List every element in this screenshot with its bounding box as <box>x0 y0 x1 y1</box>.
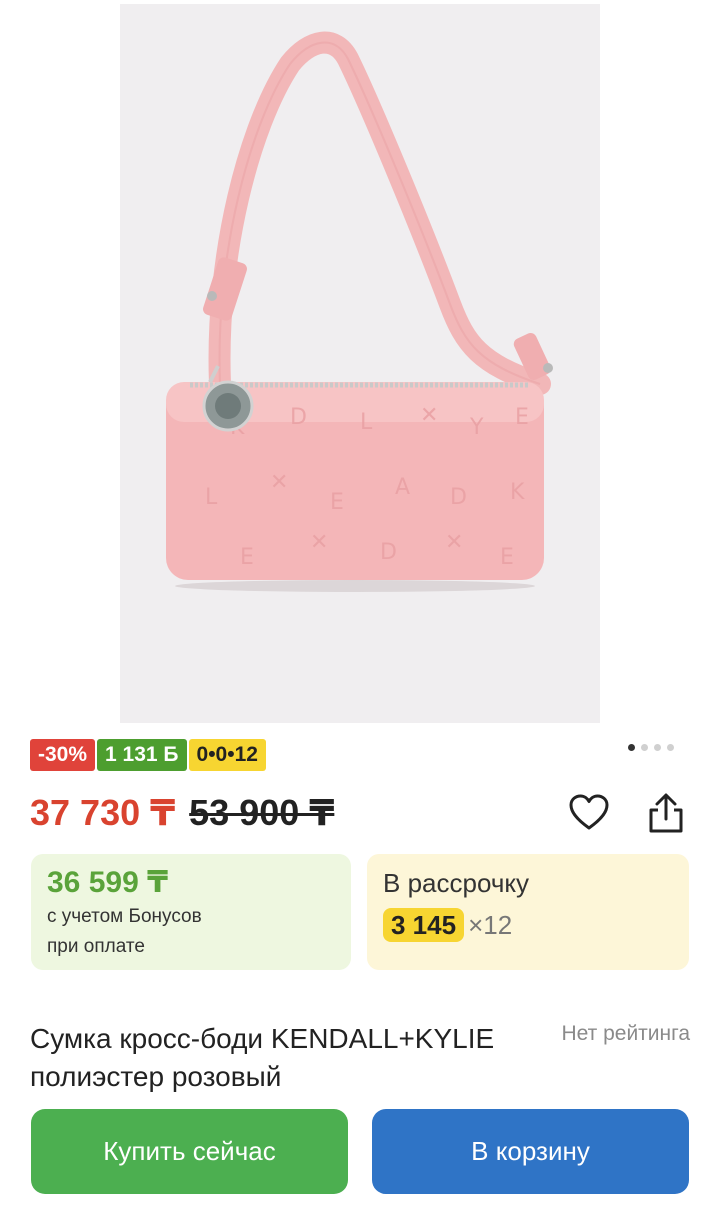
discount-badge: -30% <box>30 739 96 771</box>
bonus-price: 36 599 ₸ <box>47 866 168 899</box>
svg-text:✕: ✕ <box>445 530 463 555</box>
bonus-note-line: с учетом Бонусов <box>47 906 202 927</box>
installment-amount: 3 145 <box>383 908 465 942</box>
gallery-dot[interactable] <box>667 744 674 751</box>
gallery-dot[interactable] <box>641 744 648 751</box>
installment-card[interactable]: В рассрочку 3 145 ×12 <box>367 854 689 970</box>
svg-text:D: D <box>380 540 397 565</box>
bonus-note-line: при оплате <box>47 936 145 957</box>
product-badges: -30% 1 131 Б 0•0•12 <box>30 739 266 771</box>
svg-text:L: L <box>205 485 218 510</box>
rating-label[interactable]: Нет рейтинга <box>561 1020 690 1048</box>
svg-text:D: D <box>290 405 307 430</box>
svg-text:E: E <box>240 545 254 570</box>
svg-text:E: E <box>500 545 514 570</box>
heart-icon <box>569 794 609 830</box>
add-to-cart-button[interactable]: В корзину <box>372 1109 689 1194</box>
bag-illustration: KDL ✕YE L✕E ADK E✕D ✕E <box>166 31 553 592</box>
svg-text:K: K <box>510 480 525 505</box>
bonus-price-card[interactable]: 36 599 ₸ с учетом Бонусов при оплате <box>31 854 351 970</box>
svg-text:✕: ✕ <box>420 403 438 428</box>
current-price: 37 730 ₸ <box>30 792 176 833</box>
installment-title: В рассрочку <box>383 868 530 898</box>
svg-text:E: E <box>515 405 529 430</box>
old-price: 53 900 ₸ <box>189 792 335 833</box>
svg-text:Y: Y <box>469 415 484 440</box>
share-icon <box>649 793 683 833</box>
installment-multiplier: ×12 <box>468 909 513 940</box>
product-title: Сумка кросс-боди KENDALL+KYLIE полиэстер… <box>30 1023 495 1092</box>
gallery-pagination[interactable] <box>628 744 674 751</box>
svg-text:E: E <box>330 490 344 515</box>
svg-text:D: D <box>450 485 467 510</box>
installment-row: 3 145 ×12 <box>383 908 673 942</box>
buy-now-button[interactable]: Купить сейчас <box>31 1109 348 1194</box>
svg-text:A: A <box>395 475 410 500</box>
share-button[interactable] <box>643 790 689 836</box>
price-row: 37 730 ₸ 53 900 ₸ <box>30 788 334 838</box>
svg-text:✕: ✕ <box>310 530 328 555</box>
svg-text:✕: ✕ <box>270 470 288 495</box>
product-image[interactable]: KDL ✕YE L✕E ADK E✕D ✕E <box>120 4 600 723</box>
svg-text:L: L <box>360 410 373 435</box>
installment-badge: 0•0•12 <box>188 739 266 771</box>
product-gallery[interactable]: KDL ✕YE L✕E ADK E✕D ✕E <box>0 0 720 730</box>
bonus-badge: 1 131 Б <box>97 739 187 771</box>
gallery-dot[interactable] <box>628 744 635 751</box>
favorite-button[interactable] <box>566 790 612 836</box>
gallery-dot[interactable] <box>654 744 661 751</box>
bonus-note: с учетом Бонусов при оплате <box>47 902 335 962</box>
